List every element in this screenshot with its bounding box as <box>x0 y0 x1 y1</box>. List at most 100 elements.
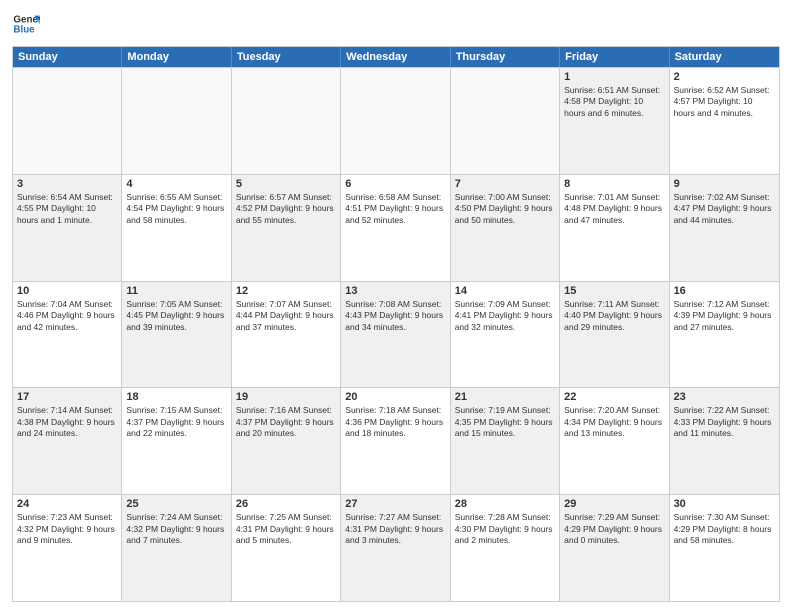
day-info: Sunrise: 6:52 AM Sunset: 4:57 PM Dayligh… <box>674 85 775 119</box>
calendar-cell: 30 Sunrise: 7:30 AM Sunset: 4:29 PM Dayli… <box>670 495 779 601</box>
day-number: 3 <box>17 178 117 190</box>
logo: General Blue <box>12 10 40 38</box>
calendar-cell: 28Sunrise: 7:28 AM Sunset: 4:30 PM Dayli… <box>451 495 560 601</box>
day-number: 30 <box>674 498 775 510</box>
day-info: Sunrise: 6:58 AM Sunset: 4:51 PM Dayligh… <box>345 192 445 226</box>
day-number: 1 <box>564 71 664 83</box>
day-number: 23 <box>674 391 775 403</box>
calendar-cell: 15Sunrise: 7:11 AM Sunset: 4:40 PM Dayli… <box>560 282 669 388</box>
calendar-cell: 21Sunrise: 7:19 AM Sunset: 4:35 PM Dayli… <box>451 388 560 494</box>
day-info: Sunrise: 7:05 AM Sunset: 4:45 PM Dayligh… <box>126 299 226 333</box>
calendar-cell: 23Sunrise: 7:22 AM Sunset: 4:33 PM Dayli… <box>670 388 779 494</box>
calendar-cell: 8 Sunrise: 7:01 AM Sunset: 4:48 PM Daylig… <box>560 175 669 281</box>
calendar-cell: 10 Sunrise: 7:04 AM Sunset: 4:46 PM Dayli… <box>13 282 122 388</box>
weekday-header: Sunday <box>13 47 122 67</box>
calendar-cell <box>232 68 341 174</box>
day-number: 10 <box>17 285 117 297</box>
day-info: Sunrise: 7:04 AM Sunset: 4:46 PM Dayligh… <box>17 299 117 333</box>
day-number: 24 <box>17 498 117 510</box>
calendar-row: 1 Sunrise: 6:51 AM Sunset: 4:58 PM Daylig… <box>13 67 779 174</box>
day-info: Sunrise: 7:15 AM Sunset: 4:37 PM Dayligh… <box>126 405 226 439</box>
day-info: Sunrise: 7:02 AM Sunset: 4:47 PM Dayligh… <box>674 192 775 226</box>
calendar-cell: 18Sunrise: 7:15 AM Sunset: 4:37 PM Dayli… <box>122 388 231 494</box>
calendar-cell: 29 Sunrise: 7:29 AM Sunset: 4:29 PM Dayli… <box>560 495 669 601</box>
day-info: Sunrise: 7:12 AM Sunset: 4:39 PM Dayligh… <box>674 299 775 333</box>
page: General Blue SundayMondayTuesdayWednesda… <box>0 0 792 612</box>
calendar-row: 24 Sunrise: 7:23 AM Sunset: 4:32 PM Dayli… <box>13 494 779 601</box>
day-number: 12 <box>236 285 336 297</box>
calendar-cell: 22 Sunrise: 7:20 AM Sunset: 4:34 PM Dayli… <box>560 388 669 494</box>
weekday-header: Wednesday <box>341 47 450 67</box>
weekday-header: Monday <box>122 47 231 67</box>
calendar-cell: 26 Sunrise: 7:25 AM Sunset: 4:31 PM Dayli… <box>232 495 341 601</box>
header: General Blue <box>12 10 780 38</box>
calendar-cell: 17 Sunrise: 7:14 AM Sunset: 4:38 PM Dayli… <box>13 388 122 494</box>
logo-icon: General Blue <box>12 10 40 38</box>
day-info: Sunrise: 7:00 AM Sunset: 4:50 PM Dayligh… <box>455 192 555 226</box>
calendar-cell: 9 Sunrise: 7:02 AM Sunset: 4:47 PM Daylig… <box>670 175 779 281</box>
day-info: Sunrise: 7:08 AM Sunset: 4:43 PM Dayligh… <box>345 299 445 333</box>
day-info: Sunrise: 7:20 AM Sunset: 4:34 PM Dayligh… <box>564 405 664 439</box>
calendar-cell: 20 Sunrise: 7:18 AM Sunset: 4:36 PM Dayli… <box>341 388 450 494</box>
day-number: 2 <box>674 71 775 83</box>
calendar-cell: 7 Sunrise: 7:00 AM Sunset: 4:50 PM Daylig… <box>451 175 560 281</box>
day-info: Sunrise: 7:16 AM Sunset: 4:37 PM Dayligh… <box>236 405 336 439</box>
weekday-header: Thursday <box>451 47 560 67</box>
day-info: Sunrise: 7:01 AM Sunset: 4:48 PM Dayligh… <box>564 192 664 226</box>
day-number: 7 <box>455 178 555 190</box>
calendar-cell: 4 Sunrise: 6:55 AM Sunset: 4:54 PM Daylig… <box>122 175 231 281</box>
weekday-header: Tuesday <box>232 47 341 67</box>
calendar: SundayMondayTuesdayWednesdayThursdayFrid… <box>12 46 780 602</box>
calendar-header: SundayMondayTuesdayWednesdayThursdayFrid… <box>13 47 779 67</box>
day-info: Sunrise: 7:25 AM Sunset: 4:31 PM Dayligh… <box>236 512 336 546</box>
svg-text:Blue: Blue <box>13 24 35 35</box>
day-info: Sunrise: 7:18 AM Sunset: 4:36 PM Dayligh… <box>345 405 445 439</box>
calendar-cell: 1 Sunrise: 6:51 AM Sunset: 4:58 PM Daylig… <box>560 68 669 174</box>
day-info: Sunrise: 7:09 AM Sunset: 4:41 PM Dayligh… <box>455 299 555 333</box>
day-info: Sunrise: 7:14 AM Sunset: 4:38 PM Dayligh… <box>17 405 117 439</box>
day-number: 20 <box>345 391 445 403</box>
day-number: 13 <box>345 285 445 297</box>
day-number: 8 <box>564 178 664 190</box>
calendar-cell <box>341 68 450 174</box>
day-number: 25 <box>126 498 226 510</box>
day-info: Sunrise: 6:51 AM Sunset: 4:58 PM Dayligh… <box>564 85 664 119</box>
day-number: 14 <box>455 285 555 297</box>
day-number: 22 <box>564 391 664 403</box>
day-number: 26 <box>236 498 336 510</box>
calendar-cell <box>122 68 231 174</box>
day-number: 29 <box>564 498 664 510</box>
day-info: Sunrise: 7:19 AM Sunset: 4:35 PM Dayligh… <box>455 405 555 439</box>
day-info: Sunrise: 7:27 AM Sunset: 4:31 PM Dayligh… <box>345 512 445 546</box>
day-number: 17 <box>17 391 117 403</box>
calendar-body: 1 Sunrise: 6:51 AM Sunset: 4:58 PM Daylig… <box>13 67 779 601</box>
day-info: Sunrise: 7:24 AM Sunset: 4:32 PM Dayligh… <box>126 512 226 546</box>
calendar-cell: 27Sunrise: 7:27 AM Sunset: 4:31 PM Dayli… <box>341 495 450 601</box>
calendar-cell <box>451 68 560 174</box>
day-number: 4 <box>126 178 226 190</box>
day-info: Sunrise: 7:07 AM Sunset: 4:44 PM Dayligh… <box>236 299 336 333</box>
day-number: 16 <box>674 285 775 297</box>
calendar-row: 10 Sunrise: 7:04 AM Sunset: 4:46 PM Dayli… <box>13 281 779 388</box>
day-number: 11 <box>126 285 226 297</box>
day-number: 19 <box>236 391 336 403</box>
day-info: Sunrise: 7:23 AM Sunset: 4:32 PM Dayligh… <box>17 512 117 546</box>
day-info: Sunrise: 6:57 AM Sunset: 4:52 PM Dayligh… <box>236 192 336 226</box>
day-number: 15 <box>564 285 664 297</box>
day-info: Sunrise: 7:29 AM Sunset: 4:29 PM Dayligh… <box>564 512 664 546</box>
day-info: Sunrise: 6:55 AM Sunset: 4:54 PM Dayligh… <box>126 192 226 226</box>
day-number: 9 <box>674 178 775 190</box>
day-number: 5 <box>236 178 336 190</box>
day-info: Sunrise: 7:30 AM Sunset: 4:29 PM Dayligh… <box>674 512 775 546</box>
calendar-cell: 24 Sunrise: 7:23 AM Sunset: 4:32 PM Dayli… <box>13 495 122 601</box>
calendar-row: 3 Sunrise: 6:54 AM Sunset: 4:55 PM Daylig… <box>13 174 779 281</box>
calendar-cell: 16 Sunrise: 7:12 AM Sunset: 4:39 PM Dayli… <box>670 282 779 388</box>
calendar-cell: 13 Sunrise: 7:08 AM Sunset: 4:43 PM Dayli… <box>341 282 450 388</box>
calendar-cell: 3 Sunrise: 6:54 AM Sunset: 4:55 PM Daylig… <box>13 175 122 281</box>
weekday-header: Saturday <box>670 47 779 67</box>
calendar-row: 17 Sunrise: 7:14 AM Sunset: 4:38 PM Dayli… <box>13 387 779 494</box>
calendar-cell: 6Sunrise: 6:58 AM Sunset: 4:51 PM Daylig… <box>341 175 450 281</box>
calendar-cell: 19 Sunrise: 7:16 AM Sunset: 4:37 PM Dayli… <box>232 388 341 494</box>
weekday-header: Friday <box>560 47 669 67</box>
day-info: Sunrise: 6:54 AM Sunset: 4:55 PM Dayligh… <box>17 192 117 226</box>
